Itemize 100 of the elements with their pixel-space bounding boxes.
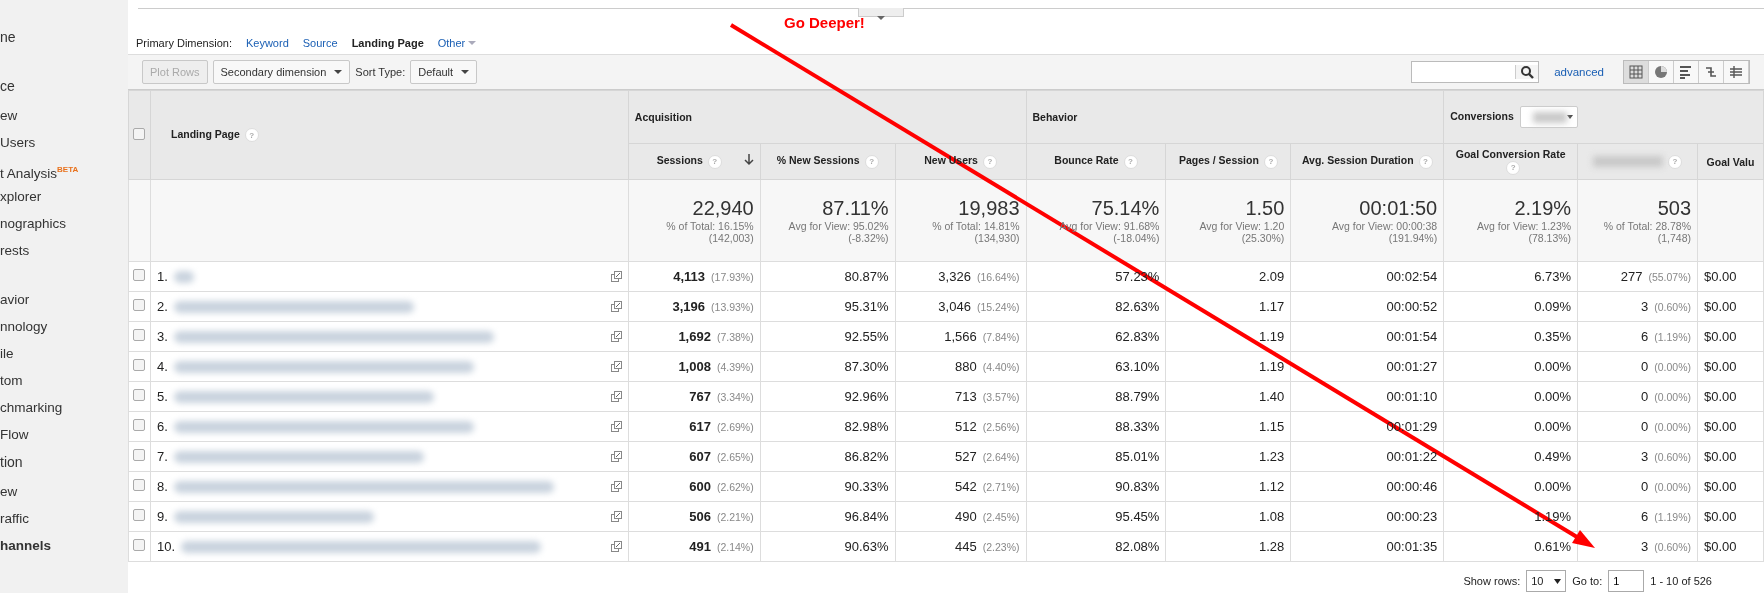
cell-value: 90.33% [844,479,889,494]
open-link-icon[interactable] [610,331,622,342]
column-header[interactable]: Goal Valu [1697,143,1764,180]
cell-value: 3 [1641,449,1649,464]
table-view-button[interactable] [1624,61,1649,83]
sidebar-item[interactable]: t Analysis$^{BETA}$ [0,159,79,186]
cell-value: 62.83% [1115,329,1160,344]
search-field[interactable] [1411,61,1540,83]
sidebar-item[interactable]: ile [0,343,14,370]
open-link-icon[interactable] [610,481,622,492]
sidebar-item[interactable]: hannels [0,535,51,562]
sidebar-item[interactable]: ce [0,75,15,102]
row-checkbox[interactable] [133,329,146,341]
show-rows-dropdown[interactable]: 10 [1526,570,1567,592]
sidebar-item[interactable]: tion [0,451,23,478]
open-link-icon[interactable] [610,301,622,312]
secondary-dimension-dropdown[interactable]: Secondary dimension [212,60,351,84]
cell-value: 1.23 [1259,449,1285,464]
sidebar-item[interactable]: rests [0,240,30,267]
dimension-header[interactable]: Landing Page [170,127,240,140]
sort-type-dropdown[interactable]: Default [410,60,478,84]
open-link-icon[interactable] [610,361,622,372]
sidebar-item[interactable]: ew [0,105,18,132]
row-checkbox[interactable] [133,479,146,491]
row-checkbox[interactable] [133,419,146,431]
open-link-icon[interactable] [610,511,622,522]
row-number: 8. [156,479,168,494]
cell-value: 1.15 [1259,419,1285,434]
table-view-icon [1629,65,1643,79]
sidebar-item[interactable]: ne [0,26,16,53]
cell-value: $0.00 [1704,389,1737,404]
row-checkbox[interactable] [133,389,146,401]
sidebar-item[interactable]: ew [0,481,18,508]
open-link-icon[interactable] [610,391,622,402]
dimension-link[interactable]: Keyword [245,37,289,49]
column-header[interactable]: Goal Conversion Rate ? [1443,143,1578,180]
cell-value: 0.61% [1534,539,1572,554]
column-header[interactable]: Bounce Rate ? [1026,143,1166,180]
cell-value: 1,692 [678,329,711,344]
pie-view-button[interactable] [1649,61,1674,83]
pivot-view-button[interactable] [1724,61,1749,83]
sort-type-label: Sort Type: [355,66,406,78]
cell-value: 713 [955,389,977,404]
open-link-icon[interactable] [610,541,622,552]
dimension-link[interactable]: Other [437,37,477,49]
column-header[interactable]: Avg. Session Duration ? [1290,143,1444,180]
cell-share: (0.00%) [1654,421,1691,433]
row-checkbox[interactable] [133,539,146,551]
open-link-icon[interactable] [610,271,622,282]
sidebar-item[interactable]: Users [0,132,36,159]
open-link-icon[interactable] [610,421,622,432]
search-icon[interactable] [1515,65,1539,79]
total-detail: Avg for View: 95.02% [787,220,889,232]
cell-value: 0.49% [1534,449,1572,464]
cell-value: 00:01:35 [1386,539,1438,554]
dimension-link[interactable]: Landing Page [351,37,424,49]
cell-value: 63.10% [1115,359,1160,374]
comparison-view-button[interactable] [1699,61,1724,83]
dimension-link[interactable]: Source [302,37,338,49]
column-header[interactable]: Pages / Session ? [1165,143,1291,180]
sidebar-item[interactable]: nnology [0,316,48,343]
sidebar-item[interactable]: nographics [0,213,67,240]
row-checkbox[interactable] [133,509,146,521]
sidebar-item[interactable]: xplorer [0,186,42,213]
row-checkbox[interactable] [133,299,146,311]
select-all-checkbox[interactable] [133,128,146,140]
blurred-header-placeholder [1593,156,1664,168]
total-detail: (142,003) [707,232,754,244]
row-checkbox[interactable] [133,359,146,371]
column-header[interactable]: Sessions ? [628,143,761,180]
cell-share: (2.71%) [982,481,1020,493]
cell-value: 3,196 [672,299,706,314]
advanced-link[interactable]: advanced [1554,66,1604,78]
sidebar-item[interactable]: tom [0,370,23,397]
cell-share: (2.45%) [982,511,1020,523]
cell-value: 542 [955,479,977,494]
sort-arrow-icon[interactable] [743,154,754,167]
row-checkbox[interactable] [133,449,146,461]
total-value: 503 [1656,197,1691,220]
cell-value: 00:01:54 [1386,329,1438,344]
cell-value: 607 [689,449,711,464]
cell-value: 88.79% [1115,389,1160,404]
cell-share: (4.39%) [716,361,754,373]
caret-icon [1566,115,1573,119]
go-to-field[interactable]: 1 [1608,570,1645,592]
cell-share: (2.14%) [716,541,754,553]
cell-value: 6 [1641,509,1649,524]
sidebar-item[interactable]: avior [0,289,30,316]
caret-icon [1554,578,1562,584]
sidebar-item[interactable]: raffic [0,508,29,535]
row-checkbox[interactable] [133,269,146,281]
performance-view-button[interactable] [1674,61,1699,83]
cell-share: (3.34%) [716,391,754,403]
sidebar-item[interactable]: Flow [0,424,29,451]
cell-share: (0.60%) [1654,301,1691,313]
column-header[interactable]: % New Sessions ? [760,143,896,180]
row-number: 6. [156,419,168,434]
open-link-icon[interactable] [610,451,622,462]
sidebar-item[interactable]: chmarking [0,397,63,424]
total-detail: % of Total: 28.78% [1602,220,1691,232]
